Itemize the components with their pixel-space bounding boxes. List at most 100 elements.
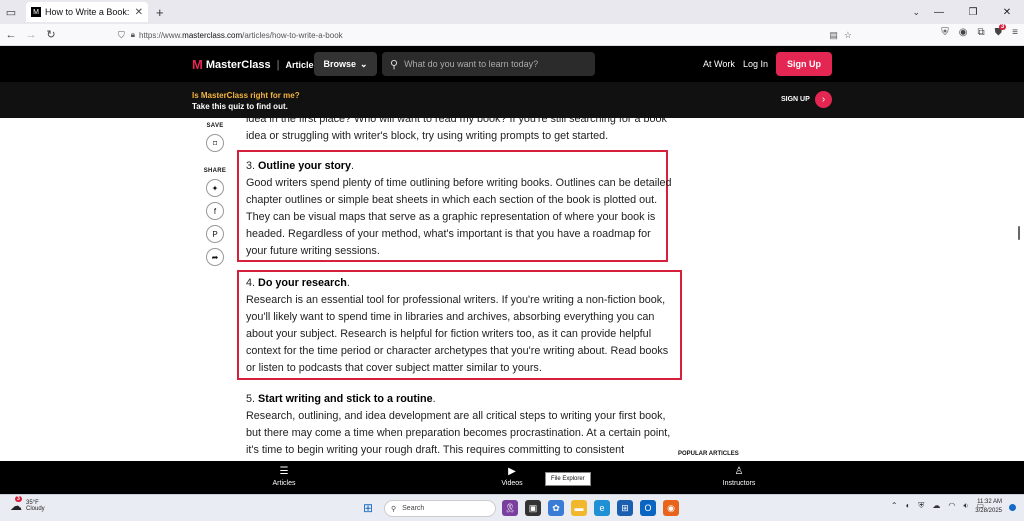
browse-label: Browse: [323, 59, 356, 69]
bookmark-star-icon[interactable]: ☆: [844, 30, 852, 41]
masterclass-logo-icon: M: [192, 57, 203, 72]
edge-icon[interactable]: e: [594, 500, 610, 516]
step-5-number: 5.: [246, 393, 259, 405]
step-3-heading: 3. Outline your story.: [246, 160, 355, 172]
bookmark-icon: ⌑: [212, 138, 218, 148]
save-section: SAVE ⌑: [200, 123, 230, 152]
weather-widget[interactable]: ☁ 3 35°F Cloudy: [10, 496, 45, 513]
security-icon[interactable]: ⛨: [918, 501, 924, 511]
weather-condition: Cloudy: [26, 506, 45, 512]
share-button[interactable]: ➦: [206, 248, 224, 266]
play-icon: ▶: [508, 466, 516, 477]
cloud-icon: ☁ 3: [10, 496, 22, 513]
firefox-icon[interactable]: ◉: [663, 500, 679, 516]
step-3-number: 3.: [246, 160, 259, 172]
promo-subtext: Take this quiz to find out.: [192, 102, 288, 111]
menu-icon[interactable]: ≡: [1012, 27, 1018, 38]
taskbar-clock[interactable]: 11:32 AM 3/28/2025: [975, 498, 1002, 516]
url-host: masterclass.com: [182, 30, 243, 40]
task-view-icon[interactable]: ▣: [525, 500, 541, 516]
ribbon-icon[interactable]: 🎗︎: [502, 500, 518, 516]
bookmark-button[interactable]: ⌑: [206, 134, 224, 152]
forward-icon[interactable]: →: [22, 29, 40, 41]
app-tray-icon[interactable]: ◐: [906, 501, 911, 511]
step-4-heading: 4. Do your research.: [246, 277, 350, 289]
scrollbar-thumb[interactable]: [1018, 226, 1020, 240]
extensions-icon[interactable]: ⧉: [978, 27, 985, 38]
taskbar-apps: 🎗︎ ▣ ✿ ▬ e ⊞ O ◉: [502, 500, 679, 516]
save-label: SAVE: [206, 123, 224, 129]
tab-list-chevron-icon[interactable]: ⌄: [912, 0, 920, 24]
clock-time: 11:32 AM: [977, 499, 1002, 505]
wifi-icon[interactable]: ◠: [948, 501, 955, 511]
bottom-nav-instructors[interactable]: ♙ Instructors: [709, 466, 769, 487]
step-5-title: Start writing and stick to a routine: [258, 393, 433, 405]
twitter-button[interactable]: ✦: [206, 179, 224, 197]
step-5: 5. Start writing and stick to a routine.…: [246, 391, 674, 459]
extension-badge: 3: [998, 24, 1007, 30]
instructors-label: Instructors: [722, 480, 756, 487]
sign-up-button[interactable]: Sign Up: [776, 52, 832, 76]
windows-start-icon[interactable]: ⊞: [363, 501, 373, 515]
pinterest-button[interactable]: P: [206, 225, 224, 243]
close-window-icon[interactable]: ✕: [990, 0, 1024, 24]
step-3-body: Good writers spend plenty of time outlin…: [246, 177, 672, 257]
notification-icon[interactable]: [1009, 504, 1016, 511]
log-in-link[interactable]: Log In: [743, 59, 768, 69]
share-section: SHARE ✦ f P ➦: [200, 168, 230, 266]
reader-view-icon[interactable]: ▤: [829, 30, 838, 41]
step-4-number: 4.: [246, 277, 259, 289]
bottom-nav: ☰ Articles ▶ Videos ♙ Instructors: [0, 461, 1024, 494]
intro-line-1: idea in the first place? Who will want t…: [246, 118, 667, 125]
tab-close-icon[interactable]: ✕: [135, 7, 143, 18]
store-icon[interactable]: ⊞: [617, 500, 633, 516]
intro-paragraph: idea in the first place? Who will want t…: [246, 118, 674, 145]
promo-sign-up-link[interactable]: SIGN UP: [781, 96, 810, 103]
file-explorer-icon[interactable]: ▬: [571, 500, 587, 516]
articles-label: Articles: [272, 480, 296, 487]
weather-badge: 3: [15, 496, 22, 502]
search-input[interactable]: [404, 59, 585, 69]
tab-overview-icon[interactable]: ▭: [0, 0, 22, 24]
bottom-nav-articles[interactable]: ☰ Articles: [254, 466, 314, 487]
maximize-icon[interactable]: ❐: [956, 0, 990, 24]
minimize-icon[interactable]: —: [922, 0, 956, 24]
facebook-button[interactable]: f: [206, 202, 224, 220]
back-icon[interactable]: ←: [2, 29, 20, 41]
browser-nav-bar: ← → ↻ ⛉ 🔒︎ https://www. masterclass.com/a…: [0, 24, 1024, 46]
browse-button[interactable]: Browse ⌄: [314, 52, 377, 76]
tab-title: How to Write a Book: Complete: [45, 7, 132, 17]
chevron-up-icon[interactable]: ⌃: [891, 501, 898, 511]
browser-tab[interactable]: M How to Write a Book: Complete ✕: [26, 2, 148, 22]
at-work-link[interactable]: At Work: [703, 59, 735, 69]
browser-tab-bar: ▭ M How to Write a Book: Complete ✕ + ⌄ …: [0, 0, 1024, 24]
onedrive-icon[interactable]: ☁: [932, 501, 940, 511]
lock-icon[interactable]: 🔒︎: [131, 30, 135, 40]
step-4-title: Do your research: [258, 277, 347, 289]
search-box[interactable]: ⚲: [382, 52, 595, 76]
taskbar-search[interactable]: ⚲ Search: [384, 500, 496, 517]
account-icon[interactable]: ◉: [959, 27, 968, 38]
logo-separator: |: [276, 58, 280, 71]
outlook-icon[interactable]: O: [640, 500, 656, 516]
url-path: /articles/how-to-write-a-book: [242, 30, 343, 40]
volume-icon[interactable]: 🔉︎: [963, 501, 968, 511]
promo-question[interactable]: Is MasterClass right for me?: [192, 91, 300, 100]
arrow-right-icon[interactable]: ›: [815, 91, 832, 108]
system-tray: ⌃ ◐ ⛨ ☁ ◠ 🔉︎ ▭: [891, 501, 984, 511]
ublock-extension-icon[interactable]: ⛊ 3: [995, 24, 1007, 38]
address-bar[interactable]: ⛉ 🔒︎ https://www. masterclass.com/article…: [118, 27, 860, 43]
bottom-nav-videos[interactable]: ▶ Videos: [482, 466, 542, 487]
copilot-icon[interactable]: ✿: [548, 500, 564, 516]
reload-icon[interactable]: ↻: [42, 28, 60, 41]
masterclass-logo[interactable]: M MasterClass | Articles: [192, 57, 319, 72]
new-tab-icon[interactable]: +: [156, 5, 164, 20]
pocket-icon[interactable]: ⛨: [941, 27, 949, 38]
clock-date: 3/28/2025: [975, 508, 1002, 514]
share-arrow-icon: ➦: [211, 252, 219, 262]
masterclass-favicon-icon: M: [31, 7, 41, 17]
tracking-shield-icon[interactable]: ⛉: [118, 30, 125, 41]
popular-articles-heading: POPULAR ARTICLES: [678, 451, 739, 457]
pinterest-icon: P: [212, 229, 218, 239]
taskbar: ☁ 3 35°F Cloudy ⊞ ⚲ Search 🎗︎ ▣ ✿ ▬ e ⊞ O…: [0, 494, 1024, 521]
